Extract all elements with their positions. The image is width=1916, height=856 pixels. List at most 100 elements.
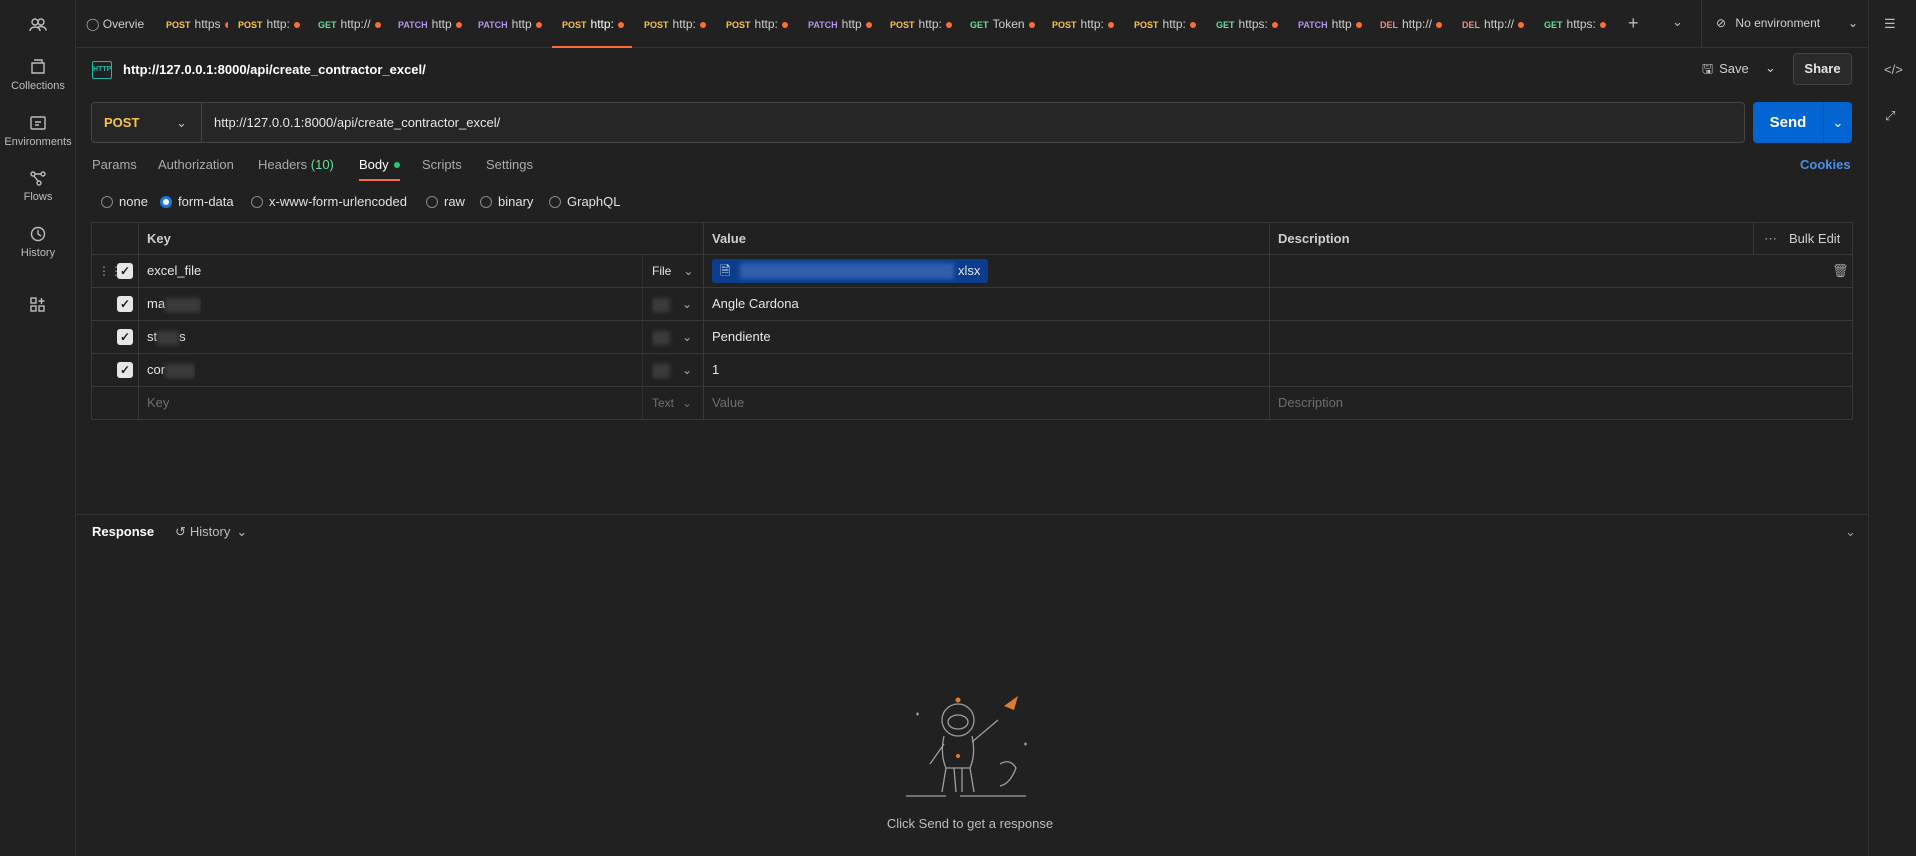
tab-list-chevron-down-icon[interactable]: ⌄ — [1672, 14, 1683, 30]
request-tab[interactable]: POST http: — [1124, 0, 1204, 48]
type-select[interactable]: ⌄ — [652, 288, 692, 320]
request-tab[interactable]: PATCH http — [468, 0, 548, 48]
request-tab[interactable]: PATCH http — [388, 0, 468, 48]
row-key[interactable]: ma — [147, 288, 202, 320]
divider — [642, 354, 643, 386]
type-label: File — [652, 264, 672, 278]
radio-graphql[interactable]: GraphQL — [549, 194, 620, 209]
value-placeholder[interactable]: Value — [712, 387, 744, 419]
radio-binary[interactable]: binary — [480, 194, 533, 209]
request-tab[interactable]: POST http: — [634, 0, 714, 48]
description-placeholder[interactable]: Description — [1278, 387, 1343, 419]
radio-none[interactable]: none — [101, 194, 148, 209]
row-enabled-checkbox[interactable]: ✓ — [117, 329, 133, 345]
trash-icon[interactable]: 🗑 — [1832, 255, 1849, 287]
unsaved-dot — [535, 21, 542, 28]
tab-authorization[interactable]: Authorization — [158, 157, 234, 181]
divider — [642, 321, 643, 353]
save-options-chevron-down-icon[interactable]: ⌄ — [1765, 60, 1776, 76]
row-value[interactable]: 1 — [712, 354, 719, 386]
request-tab-active[interactable]: POST http: — [552, 0, 632, 48]
unsaved-dot — [374, 21, 381, 28]
environment-selector[interactable]: ⊘ No environment ⌄ — [1716, 16, 1866, 30]
divider — [138, 354, 139, 386]
save-button[interactable]: 🖫 Save — [1702, 60, 1749, 82]
divider — [1269, 321, 1270, 353]
request-tab[interactable]: POST http: — [716, 0, 796, 48]
tab-label: http: — [754, 17, 778, 31]
tab-label: http:// — [340, 17, 371, 31]
comments-icon[interactable]: ☰ — [1884, 16, 1896, 32]
code-snippet-icon[interactable]: </> — [1884, 62, 1903, 77]
request-tab[interactable]: PATCH http — [1288, 0, 1368, 48]
sidebar-item-history[interactable]: History — [0, 225, 76, 259]
row-value[interactable]: Angle Cardona — [712, 288, 799, 320]
request-tab[interactable]: GET http:// — [308, 0, 388, 48]
request-tab[interactable]: GET Token — [960, 0, 1040, 48]
request-tab[interactable]: POST http: — [880, 0, 960, 48]
history-icon: ↺ — [175, 524, 186, 539]
radio-circle-selected — [160, 196, 172, 208]
key-placeholder[interactable]: Key — [147, 387, 169, 419]
new-tab-plus-icon[interactable]: + — [1628, 13, 1639, 34]
type-select[interactable]: ⌄ — [652, 321, 692, 353]
sidebar-item-flows[interactable]: Flows — [0, 169, 76, 203]
send-button[interactable]: Send — [1753, 102, 1823, 143]
row-value[interactable]: Pendiente — [712, 321, 771, 353]
cookies-link[interactable]: Cookies — [1800, 157, 1851, 181]
workspace-team-icon[interactable] — [0, 16, 76, 38]
request-tab[interactable]: POST http: — [228, 0, 308, 48]
request-tab[interactable]: GET https: — [1206, 0, 1286, 48]
request-tab[interactable]: PATCH http — [798, 0, 878, 48]
file-chip[interactable]: 🗎 xlsx — [712, 259, 988, 283]
request-tab[interactable]: POST http: — [1042, 0, 1122, 48]
radio-label: none — [119, 194, 148, 209]
row-key[interactable]: cor — [147, 354, 196, 386]
table-row-empty: Key Text ⌄ Value Description — [91, 387, 1853, 420]
response-history-button[interactable]: ↺ History ⌄ — [175, 524, 247, 540]
tab-scripts[interactable]: Scripts — [422, 157, 462, 181]
sidebar-item-environments[interactable]: Environments — [0, 114, 76, 148]
radio-label: GraphQL — [567, 194, 621, 209]
chevron-down-icon: ⌄ — [682, 363, 693, 377]
tab-settings[interactable]: Settings — [486, 157, 533, 181]
method-select[interactable]: POST ⌄ — [92, 103, 202, 142]
active-dot-icon — [394, 162, 401, 168]
bulk-edit-button[interactable]: Bulk Edit — [1789, 223, 1840, 255]
save-label: Save — [1719, 61, 1749, 76]
request-tab[interactable]: GET https: — [1534, 0, 1614, 48]
type-select[interactable]: ⌄ — [652, 354, 692, 386]
tab-overview[interactable]: ◯ Overvie — [76, 0, 146, 48]
row-key[interactable]: st s — [147, 321, 186, 353]
type-select[interactable]: File ⌄ — [652, 255, 693, 287]
request-tab[interactable]: POST https — [156, 0, 228, 48]
collapse-response-chevron-down-icon[interactable]: ⌄ — [1845, 524, 1856, 540]
send-options-chevron-down-icon[interactable]: ⌄ — [1823, 102, 1852, 143]
unsaved-dot — [1355, 21, 1362, 28]
radio-form-data[interactable]: form-data — [160, 194, 234, 209]
astronaut-illustration — [906, 696, 1027, 797]
related-collections-icon[interactable]: ⤢ — [1885, 108, 1895, 124]
tab-body[interactable]: Body — [359, 157, 401, 181]
redacted-text — [157, 330, 180, 345]
radio-label: form-data — [178, 194, 234, 209]
request-tab[interactable]: DEL http:// — [1370, 0, 1450, 48]
type-select[interactable]: Text ⌄ — [652, 387, 692, 419]
sidebar-item-collections[interactable]: Collections — [0, 58, 76, 92]
more-options-icon[interactable]: ⋯ — [1764, 223, 1777, 255]
share-button[interactable]: Share — [1793, 53, 1852, 85]
configure-sidebar-icon[interactable] — [0, 296, 76, 318]
radio-x-www-form-urlencoded[interactable]: x-www-form-urlencoded — [251, 194, 407, 209]
method-label: POST — [104, 115, 140, 130]
tab-headers[interactable]: Headers (10) — [258, 157, 334, 181]
tab-params[interactable]: Params — [92, 157, 137, 181]
radio-raw[interactable]: raw — [426, 194, 465, 209]
row-enabled-checkbox[interactable]: ✓ — [117, 263, 133, 279]
url-input[interactable] — [212, 103, 1712, 142]
row-enabled-checkbox[interactable]: ✓ — [117, 362, 133, 378]
row-enabled-checkbox[interactable]: ✓ — [117, 296, 133, 312]
divider — [1269, 288, 1270, 320]
request-tab[interactable]: DEL http:// — [1452, 0, 1532, 48]
row-key[interactable]: excel_file — [147, 255, 201, 287]
request-title[interactable]: http://127.0.0.1:8000/api/create_contrac… — [123, 62, 426, 77]
